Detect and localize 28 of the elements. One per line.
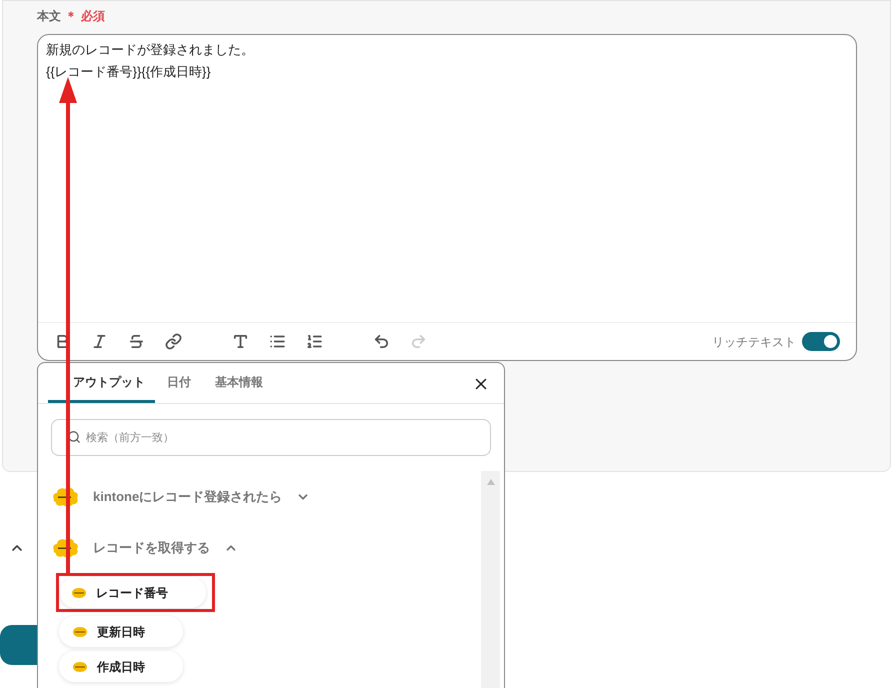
rich-text-label: リッチテキスト xyxy=(712,334,796,350)
field-label: 本文 xyxy=(37,8,61,25)
cloud-icon xyxy=(71,660,89,672)
required-mark: ＊ xyxy=(65,8,77,25)
editor-line: 新規のレコードが登録されました。 xyxy=(46,41,254,59)
search-icon xyxy=(67,430,81,444)
editor-line: {{レコード番号}}{{作成日時}} xyxy=(46,63,211,81)
primary-button[interactable] xyxy=(0,625,40,665)
output-item[interactable]: レコード番号 xyxy=(60,577,206,608)
output-item[interactable]: 更新日時 xyxy=(59,616,183,647)
cloud-icon xyxy=(71,626,89,638)
redo-icon xyxy=(410,333,427,350)
cloud-icon xyxy=(70,586,88,598)
rich-text-toggle[interactable] xyxy=(802,332,840,351)
scrollbar[interactable] xyxy=(481,471,500,688)
italic-icon xyxy=(91,333,108,350)
text-editor[interactable]: 新規のレコードが登録されました。 {{レコード番号}}{{作成日時}} リッチテキスト xyxy=(37,34,857,361)
required-label: 必須 xyxy=(81,8,105,25)
output-item[interactable]: 作成日時 xyxy=(59,651,183,682)
numbers-icon xyxy=(306,333,323,350)
bullets-icon xyxy=(269,333,286,350)
undo-icon xyxy=(373,333,390,350)
strike-icon xyxy=(128,333,145,350)
tab[interactable]: 日付 xyxy=(155,363,203,403)
search-field[interactable]: 検索（前方一致） xyxy=(51,419,491,456)
size-icon xyxy=(232,333,249,350)
link-icon xyxy=(165,333,182,350)
tab[interactable]: 基本情報 xyxy=(203,363,275,403)
